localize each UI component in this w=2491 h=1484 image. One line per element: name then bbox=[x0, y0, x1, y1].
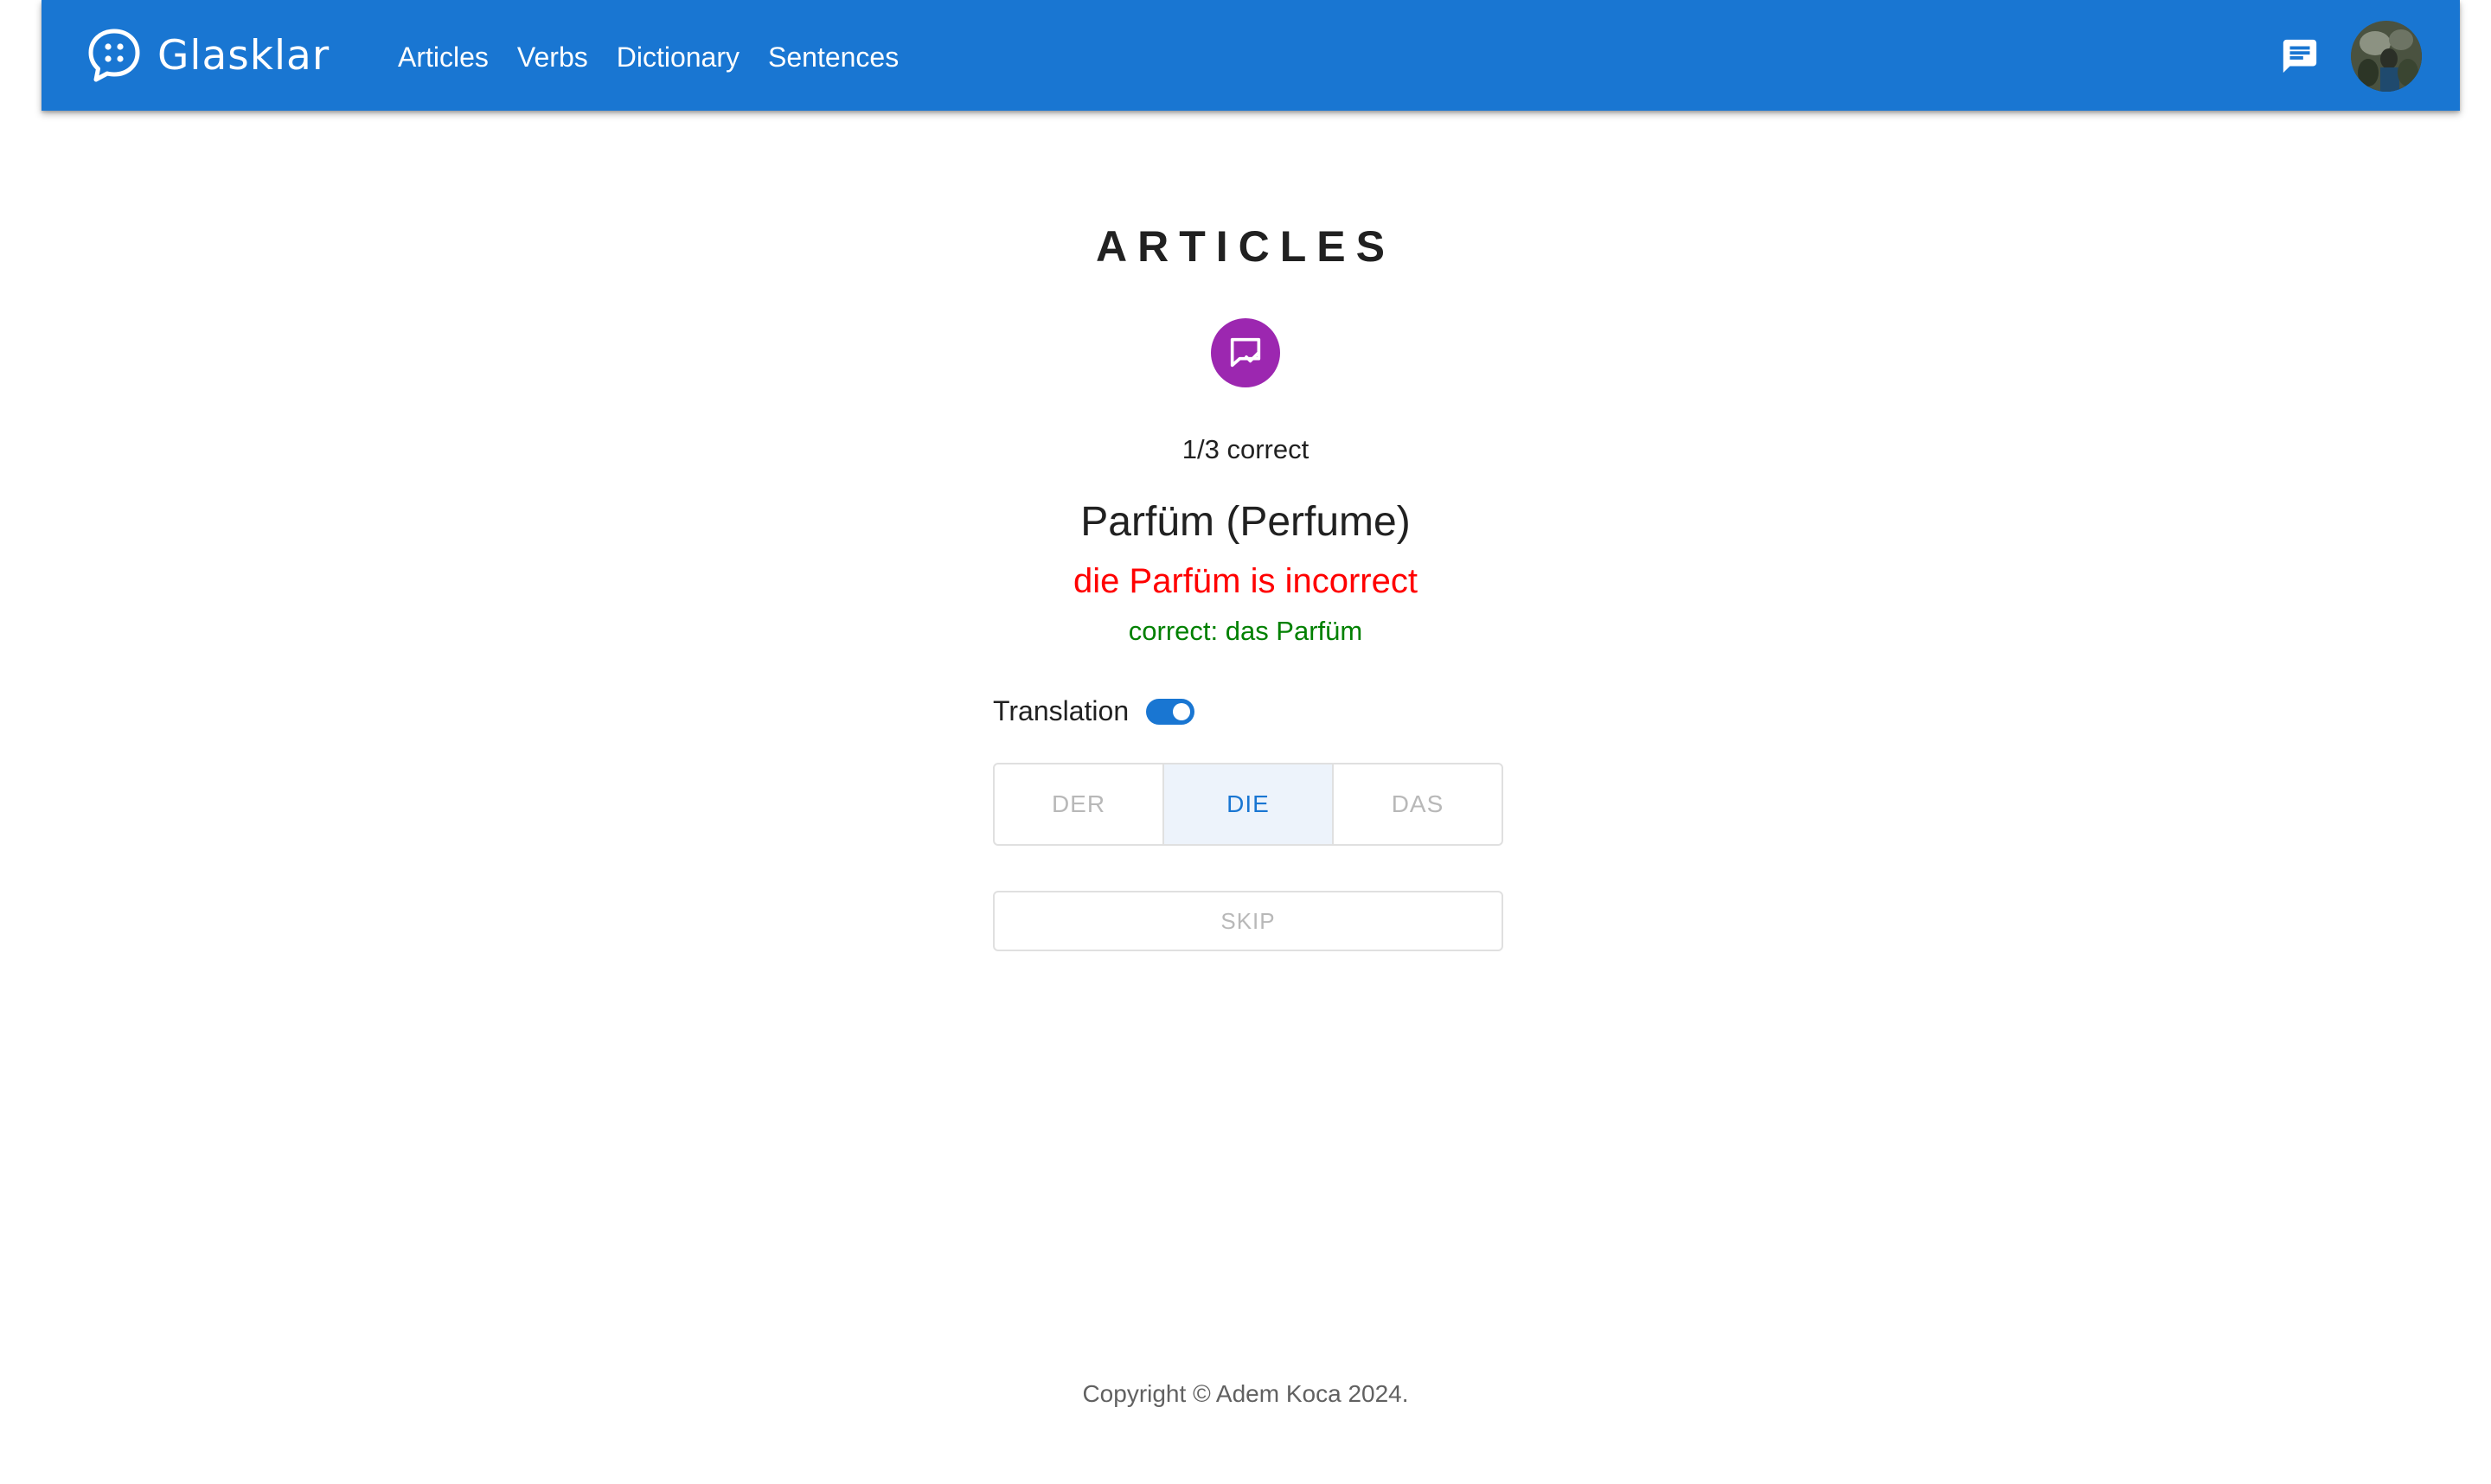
nav-verbs[interactable]: Verbs bbox=[517, 40, 588, 74]
main-nav: Articles Verbs Dictionary Sentences bbox=[398, 40, 927, 74]
footer-copyright: Copyright © Adem Koca 2024. bbox=[1082, 1380, 1409, 1407]
translation-row: Translation bbox=[993, 695, 1195, 727]
article-choices: DER DIE DAS bbox=[993, 763, 1503, 846]
app-bar: Glasklar Articles Verbs Dictionary Sente… bbox=[42, 0, 2460, 111]
skip-button[interactable]: SKIP bbox=[993, 891, 1503, 951]
brand-name: Glasklar bbox=[157, 31, 330, 80]
nav-dictionary[interactable]: Dictionary bbox=[617, 40, 740, 74]
message-check-icon bbox=[1230, 337, 1261, 368]
translation-label: Translation bbox=[993, 695, 1130, 726]
nav-articles[interactable]: Articles bbox=[398, 40, 489, 74]
quiz-badge bbox=[1211, 318, 1280, 387]
avatar-photo bbox=[2351, 21, 2422, 92]
page-title: ARTICLES bbox=[1096, 222, 1395, 271]
quiz-word: Parfüm (Perfume) bbox=[1080, 499, 1411, 545]
score-text: 1/3 correct bbox=[1181, 434, 1310, 464]
avatar[interactable] bbox=[2351, 21, 2422, 92]
chat-dots-icon bbox=[88, 29, 140, 82]
toggle-knob bbox=[1173, 702, 1191, 720]
message-icon[interactable] bbox=[2280, 36, 2320, 76]
translation-toggle[interactable] bbox=[1146, 698, 1195, 725]
choice-die[interactable]: DIE bbox=[1164, 764, 1334, 844]
choice-das[interactable]: DAS bbox=[1334, 764, 1502, 844]
incorrect-feedback: die Parfüm is incorrect bbox=[1073, 562, 1418, 600]
nav-sentences[interactable]: Sentences bbox=[768, 40, 899, 74]
choice-der[interactable]: DER bbox=[995, 764, 1164, 844]
correct-answer: correct: das Parfüm bbox=[1128, 616, 1363, 646]
brand-logo[interactable]: Glasklar bbox=[85, 26, 330, 85]
